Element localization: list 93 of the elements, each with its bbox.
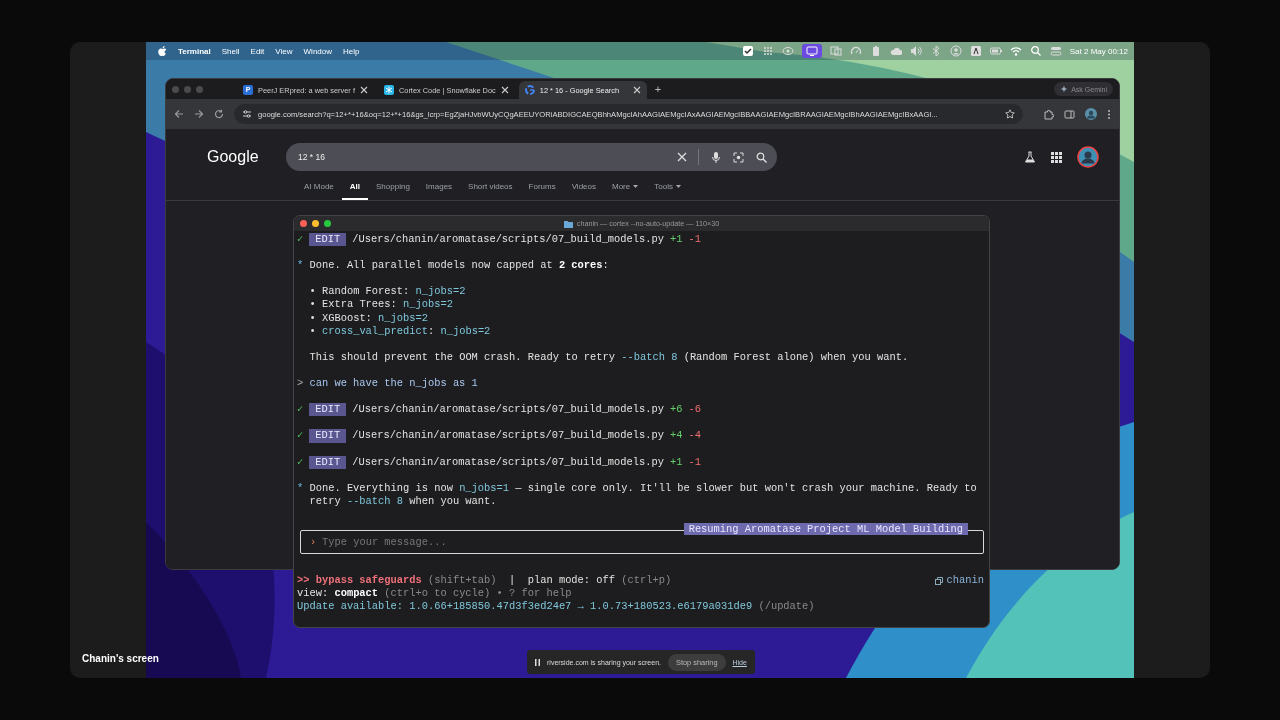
snowflake-icon: [383, 85, 394, 95]
lines-removed: -6: [688, 403, 701, 416]
wifi-icon[interactable]: [1009, 45, 1022, 57]
session-title: Resuming Aromatase Project ML Model Building: [683, 522, 968, 535]
check-mark: ✓: [297, 403, 304, 416]
user-message: can we have the n_jobs as 1: [309, 377, 478, 391]
bullet: •: [309, 311, 317, 325]
list-item-text: cross_val_predict: n_jobs=2: [321, 324, 492, 338]
search-tab[interactable]: AI Mode: [296, 179, 342, 200]
copy-icon: [934, 576, 943, 585]
screen-owner-label: Chanin's screen: [82, 653, 159, 664]
search-tab[interactable]: Tools: [646, 179, 689, 200]
close-icon[interactable]: [500, 86, 509, 94]
file-path: /Users/chanin/aromatase/scripts/07_build_models.py: [352, 233, 664, 245]
search-tab[interactable]: Videos: [563, 179, 604, 200]
folder-icon: [563, 219, 573, 228]
microphone-icon[interactable]: [711, 151, 721, 163]
file-path: /Users/chanin/aromatase/scripts/07_build_models.py: [352, 455, 664, 468]
new-tab-button[interactable]: +: [654, 83, 662, 95]
checkbox-icon[interactable]: [741, 45, 754, 57]
close-icon[interactable]: [632, 86, 641, 94]
check-mark: ✓: [297, 455, 304, 468]
grid-icon[interactable]: [761, 45, 774, 57]
lines-added: +6: [670, 403, 683, 416]
keyboard-icon[interactable]: [969, 45, 982, 57]
lines-added: +4: [670, 429, 683, 442]
lines-removed: -4: [688, 429, 701, 442]
clear-icon[interactable]: [677, 152, 687, 162]
check-mark: ✓: [297, 429, 304, 442]
list-item-text: XGBoost: n_jobs=2: [321, 311, 429, 325]
back-icon[interactable]: [174, 109, 184, 119]
menu-item[interactable]: Shell: [221, 46, 240, 56]
reply-text: Done. All parallel models now capped at 2 cores:: [309, 259, 610, 273]
edit-tag: EDIT: [309, 429, 347, 443]
prompt-marker: ›: [310, 535, 317, 550]
file-path: /Users/chanin/aromatase/scripts/07_build_models.py: [352, 403, 664, 416]
menu-item[interactable]: View: [275, 46, 293, 56]
reply-marker: *: [297, 481, 305, 496]
list-item-text: Random Forest: n_jobs=2: [321, 285, 467, 299]
lines-removed: -1: [688, 455, 701, 468]
status-line: >> bypass safeguards (shift+tab) | plan mode: off (ctrl+p): [297, 573, 673, 588]
search-icon[interactable]: [756, 151, 767, 163]
edit-tag: EDIT: [309, 403, 347, 417]
lines-removed: -1: [688, 233, 701, 245]
menu-item[interactable]: Help: [343, 46, 360, 56]
camera-icon[interactable]: [733, 151, 744, 163]
search-field[interactable]: 12 * 16: [286, 143, 777, 171]
flask-icon[interactable]: [1024, 151, 1036, 163]
bullet: •: [309, 324, 317, 338]
reply-text: Done. Everything is now n_jobs=1 — single core only. It'll be slower but won't crash your machine. Ready to retry --batch 8 when you want.: [309, 481, 978, 508]
search-tab[interactable]: Forums: [520, 179, 564, 200]
file-path: /Users/chanin/aromatase/scripts/07_build_models.py: [352, 429, 664, 442]
search-tab[interactable]: Short videos: [460, 179, 521, 200]
search-tab[interactable]: Images: [417, 179, 461, 200]
app-menu[interactable]: Terminal: [178, 46, 211, 56]
prompt-marker: >: [297, 377, 305, 391]
extensions-icon[interactable]: [1043, 108, 1054, 120]
google-icon: [524, 85, 535, 95]
search-tab[interactable]: Shopping: [368, 179, 418, 200]
sidebar-icon[interactable]: [1064, 108, 1075, 120]
apple-icon[interactable]: [158, 46, 167, 56]
menu-item[interactable]: Window: [303, 46, 332, 56]
more-icon[interactable]: [1107, 108, 1111, 120]
search-tab[interactable]: More: [604, 179, 647, 200]
search-tab[interactable]: All: [341, 179, 369, 200]
user-name: chanin: [946, 573, 984, 588]
site-settings-icon[interactable]: [242, 109, 252, 119]
lines-added: +1: [670, 455, 683, 468]
status-line: view: compact (ctrl+o to cycle) • ? for help: [297, 587, 573, 601]
pause-icon: [535, 658, 540, 666]
reload-icon[interactable]: [214, 109, 224, 119]
bullet: •: [309, 298, 317, 312]
star-icon[interactable]: [1005, 109, 1015, 119]
sparkle-icon: [1060, 85, 1069, 93]
forward-icon[interactable]: [194, 109, 204, 119]
display-icon[interactable]: [801, 44, 822, 58]
edit-tag: EDIT: [309, 233, 347, 247]
check-mark: ✓: [297, 233, 304, 245]
eye-icon[interactable]: [781, 45, 794, 57]
avatar-icon[interactable]: [1077, 146, 1099, 168]
edit-tag: EDIT: [309, 455, 347, 469]
search-icon[interactable]: [1029, 45, 1042, 57]
google-logo[interactable]: Google: [207, 148, 286, 166]
avatar-icon[interactable]: [1085, 108, 1097, 120]
status-line: Update available: 1.0.66+185850.47d3f3ed24e7 → 1.0.73+180523.e6179a031de9 (/update): [297, 600, 816, 614]
bullet: •: [309, 285, 317, 299]
reply-text: This should prevent the OOM crash. Ready to retry --batch 8 (Random Forest alone) when you want.: [309, 350, 910, 364]
close-icon[interactable]: [359, 86, 368, 94]
reply-marker: *: [297, 259, 305, 273]
menu-item[interactable]: Edit: [250, 46, 265, 56]
lines-added: +1: [670, 233, 683, 245]
apps-grid-icon[interactable]: [1051, 151, 1062, 163]
list-item-text: Extra Trees: n_jobs=2: [321, 298, 454, 312]
